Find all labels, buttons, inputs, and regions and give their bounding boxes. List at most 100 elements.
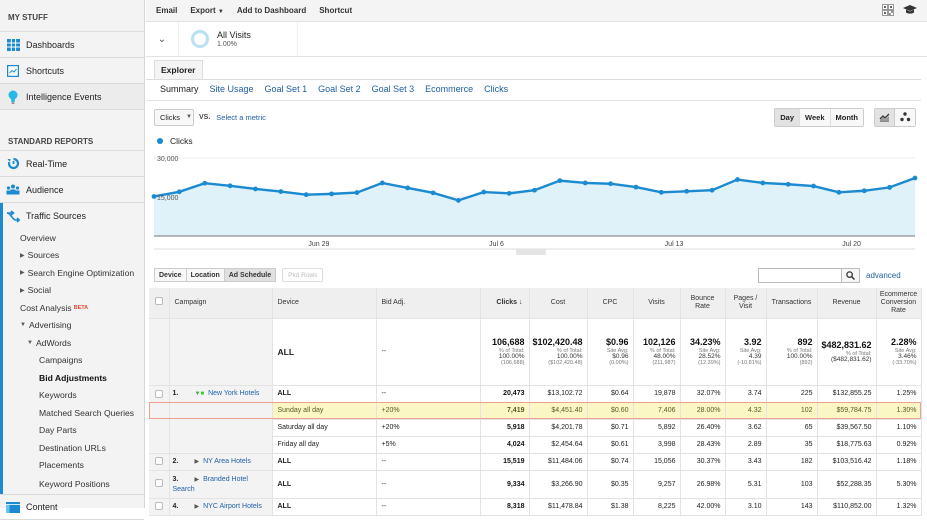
secondary-dimension-tabs: Device Location Ad Schedule Plot Rows [154,268,324,282]
clicks-cell: 5,918 [480,419,530,437]
pages-cell: 3.62 [725,419,767,437]
sidebar-link-social[interactable]: ▶ Social [3,282,144,300]
col-pages-visit[interactable]: Pages / Visit [725,288,767,319]
sidebar-item-dashboards[interactable]: Dashboards [0,32,144,58]
subtab-clicks[interactable]: Clicks [484,84,508,94]
sidebar-link-label: Advertising [28,320,72,331]
line-chart-icon[interactable] [875,108,895,126]
motion-chart-icon[interactable] [895,108,915,126]
sidebar-link-sources[interactable]: ▶ Sources [3,247,144,265]
advanced-filter-link[interactable]: advanced [866,271,901,280]
segment-toggle-chevron-icon[interactable]: ⌄ [146,22,179,56]
ecr-cell: 5.30% [876,470,922,499]
subtab-ecommerce[interactable]: Ecommerce [425,84,473,94]
add-to-dashboard-button[interactable]: Add to Dashboard [237,6,306,15]
sidebar-link-day-parts[interactable]: Day Parts [3,422,144,440]
chart-scroll-handle[interactable] [516,249,546,255]
tab-explorer[interactable]: Explorer [154,60,203,80]
sidebar-item-label: Intelligence Events [26,91,102,102]
subtab-goal-set-1[interactable]: Goal Set 1 [265,84,308,94]
sidebar-item-shortcuts[interactable]: Shortcuts [0,58,144,84]
sidebar-link-bid-adjustments[interactable]: Bid Adjustments [3,369,144,387]
total-sub: (211,987) [652,360,676,366]
sidebar-item-traffic-sources[interactable]: Traffic Sources [0,203,144,229]
subtab-site-usage[interactable]: Site Usage [210,84,254,94]
sidebar-link-destination-urls[interactable]: Destination URLs [3,439,144,457]
metric-dropdown[interactable]: Clicks ▼ [154,108,194,126]
row-checkbox[interactable] [154,501,163,510]
my-stuff-header: MY STUFF [0,0,144,32]
sidebar-item-audience[interactable]: Audience [0,177,144,203]
period-toggle: Day Week Month [774,107,864,127]
sidebar-link-adwords[interactable]: ▼ AdWords [3,334,144,352]
col-ecommerce-conversion-rate[interactable]: Ecommerce Conversion Rate [876,288,922,319]
select-metric-link[interactable]: Select a metric [216,113,266,122]
y-tick-label: 30,000 [157,156,179,163]
sidebar-item-intelligence-events[interactable]: Intelligence Events [0,84,144,110]
campaign-link[interactable]: NYC Airport Hotels [203,503,262,510]
beta-badge: BETA [73,304,89,311]
col-bid-adj[interactable]: Bid Adj. [376,288,481,319]
expand-arrow-icon[interactable]: ▶ [195,477,200,483]
cost-cell: $3,266.90 [529,470,588,499]
email-button[interactable]: Email [156,6,177,15]
col-transactions[interactable]: Transactions [766,288,818,319]
education-cap-icon[interactable] [903,4,917,17]
collapse-arrow-icon[interactable]: ▼■ [195,391,205,397]
sidebar-link-advertising[interactable]: ▼ Advertising [3,317,144,335]
campaign-link[interactable]: New York Hotels [208,390,259,397]
col-cost[interactable]: Cost [529,288,588,319]
select-all-checkbox[interactable] [154,297,163,306]
segment-bar: ⌄ All Visits 1.00% [146,22,927,57]
row-checkbox[interactable] [154,456,163,465]
col-bounce-rate[interactable]: Bounce Rate [680,288,726,319]
sidebar-link-matched-search-queries[interactable]: Matched Search Queries [3,404,144,422]
clicks-chart[interactable]: 30,000 15,000 Jun 29 Jul 6 Jul 13 Jul 20 [146,150,921,260]
row-checkbox[interactable] [154,479,163,487]
dim-ad-schedule-button[interactable]: Ad Schedule [224,268,277,282]
dim-location-button[interactable]: Location [186,268,225,282]
sidebar-link-placements[interactable]: Placements [3,457,144,475]
plot-rows-button[interactable]: Plot Rows [282,268,324,282]
search-icon[interactable] [842,268,860,283]
campaign-cell: 4. ▶ NYC Airport Hotels [169,498,273,516]
sidebar-item-real-time[interactable]: Real-Time [0,151,144,177]
sidebar-link-keyword-positions[interactable]: Keyword Positions [3,474,144,494]
period-month-button[interactable]: Month [830,108,863,126]
qr-code-icon[interactable] [882,3,894,18]
expand-arrow-icon[interactable]: ▶ [195,504,200,510]
row-checkbox[interactable] [154,389,163,398]
visits-cell: 7,406 [633,402,681,420]
sidebar-link-seo[interactable]: ▶ Search Engine Optimization [3,264,144,282]
col-clicks[interactable]: Clicks ↓ [480,288,530,319]
subtab-goal-set-3[interactable]: Goal Set 3 [372,84,415,94]
subtab-goal-set-2[interactable]: Goal Set 2 [318,84,361,94]
campaign-link[interactable]: NY Area Hotels [203,458,251,465]
period-week-button[interactable]: Week [800,108,831,126]
sidebar-item-label: Shortcuts [26,65,65,76]
data-point [811,183,816,189]
col-cpc[interactable]: CPC [587,288,634,319]
expand-arrow-icon[interactable]: ▶ [195,459,200,465]
sidebar-link-keywords[interactable]: Keywords [3,387,144,405]
col-campaign[interactable]: Campaign [169,288,273,319]
shortcut-button[interactable]: Shortcut [319,6,352,15]
sidebar-link-overview[interactable]: Overview [3,229,144,247]
col-revenue[interactable]: Revenue [817,288,877,319]
export-label: Export [190,6,216,15]
col-device[interactable]: Device [272,288,377,319]
sidebar-link-cost-analysis[interactable]: Cost Analysis BETA [3,299,144,317]
dashboards-icon [6,38,20,52]
segment-all-visits[interactable]: All Visits 1.00% [179,22,298,56]
sidebar-link-campaigns[interactable]: Campaigns [3,352,144,370]
sidebar-item-content[interactable]: Content [0,494,144,520]
period-day-button[interactable]: Day [775,108,801,126]
sidebar-link-label: Social [27,285,52,296]
export-button[interactable]: Export ▼ [190,6,224,15]
table-search-input[interactable] [758,268,842,283]
subtab-summary[interactable]: Summary [160,84,199,94]
bounce-cell: 32.07% [680,385,726,403]
dim-device-button[interactable]: Device [154,268,187,282]
col-visits[interactable]: Visits [633,288,681,319]
revenue-cell: $59,784.75 [817,402,877,420]
